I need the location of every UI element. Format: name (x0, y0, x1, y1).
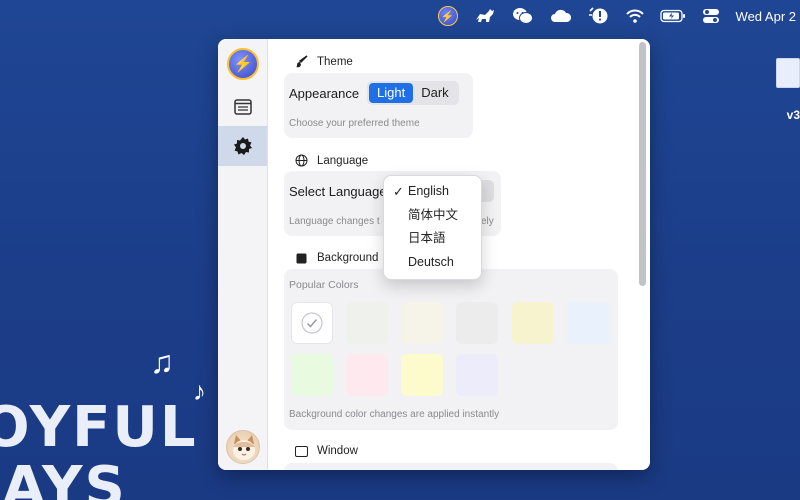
check-circle-icon (301, 312, 323, 334)
menubar-clock[interactable]: Wed Apr 2 (736, 5, 796, 27)
language-option-japanese[interactable]: 日本語 (384, 227, 481, 251)
sidebar: ⚡ (218, 39, 268, 470)
appearance-segmented-control: Light Dark (367, 81, 459, 105)
list-window-icon (233, 99, 252, 115)
color-swatch[interactable] (346, 302, 388, 344)
sidebar-item-general[interactable] (218, 87, 267, 127)
desktop-file-label: v3 (786, 108, 800, 122)
gear-icon (233, 137, 252, 155)
color-swatch[interactable] (567, 302, 609, 344)
wifi-icon[interactable] (625, 5, 644, 27)
theme-card: Appearance Light Dark Choose your prefer… (284, 73, 473, 138)
language-dropdown-menu: ✓ English 简体中文 日本語 Deutsch (383, 175, 482, 280)
select-language-label: Select Language (289, 184, 387, 199)
menu-bar: ⚡ Wed Apr 2 (0, 0, 800, 32)
language-hint-tail: ely (481, 216, 494, 227)
color-swatch[interactable] (291, 354, 333, 396)
color-swatch-selected[interactable] (291, 302, 333, 344)
sidebar-item-settings[interactable] (218, 126, 267, 166)
wechat-icon[interactable] (512, 5, 534, 27)
color-swatch[interactable] (401, 302, 443, 344)
color-swatch[interactable] (346, 354, 388, 396)
color-swatch[interactable] (456, 354, 498, 396)
background-section-title: Background (293, 252, 378, 264)
clock-alert-icon[interactable] (588, 5, 610, 27)
language-option-german[interactable]: Deutsch (384, 251, 481, 275)
app-menubar-icon[interactable]: ⚡ (437, 5, 458, 27)
window-card (284, 463, 618, 470)
scrollbar[interactable] (639, 42, 646, 286)
window-icon (293, 445, 309, 457)
theme-hint: Choose your preferred theme (289, 118, 420, 129)
theme-option-light[interactable]: Light (369, 83, 414, 103)
color-swatch[interactable] (401, 354, 443, 396)
theme-option-dark[interactable]: Dark (413, 83, 456, 103)
app-logo-icon[interactable]: ⚡ (227, 48, 259, 80)
cloud-icon[interactable] (550, 5, 572, 27)
appearance-label: Appearance (289, 86, 360, 101)
language-hint: Language changes t (289, 216, 380, 227)
cat-icon[interactable] (474, 5, 496, 27)
color-swatch[interactable] (456, 302, 498, 344)
globe-icon (293, 154, 309, 167)
window-section-title: Window (293, 445, 358, 457)
user-avatar[interactable] (226, 430, 260, 464)
language-option-english[interactable]: ✓ English (384, 180, 481, 204)
music-note-icon: ♫ (150, 344, 174, 380)
control-center-icon[interactable] (702, 5, 720, 27)
theme-section-title: Theme (293, 55, 353, 68)
language-section-title: Language (293, 154, 368, 167)
popular-colors-label: Popular Colors (289, 279, 359, 291)
background-card: Popular Colors Background color changes … (284, 269, 618, 430)
checkmark-icon: ✓ (393, 184, 404, 199)
battery-icon[interactable] (659, 5, 686, 27)
language-option-chinese[interactable]: 简体中文 (384, 204, 481, 228)
paintbrush-icon (293, 55, 309, 68)
square-icon (293, 253, 309, 264)
desktop-file-icon[interactable] (776, 58, 800, 88)
color-swatch[interactable] (512, 302, 554, 344)
wallpaper-text: OYFUL AYS (0, 395, 198, 500)
background-hint: Background color changes are applied ins… (289, 409, 500, 420)
